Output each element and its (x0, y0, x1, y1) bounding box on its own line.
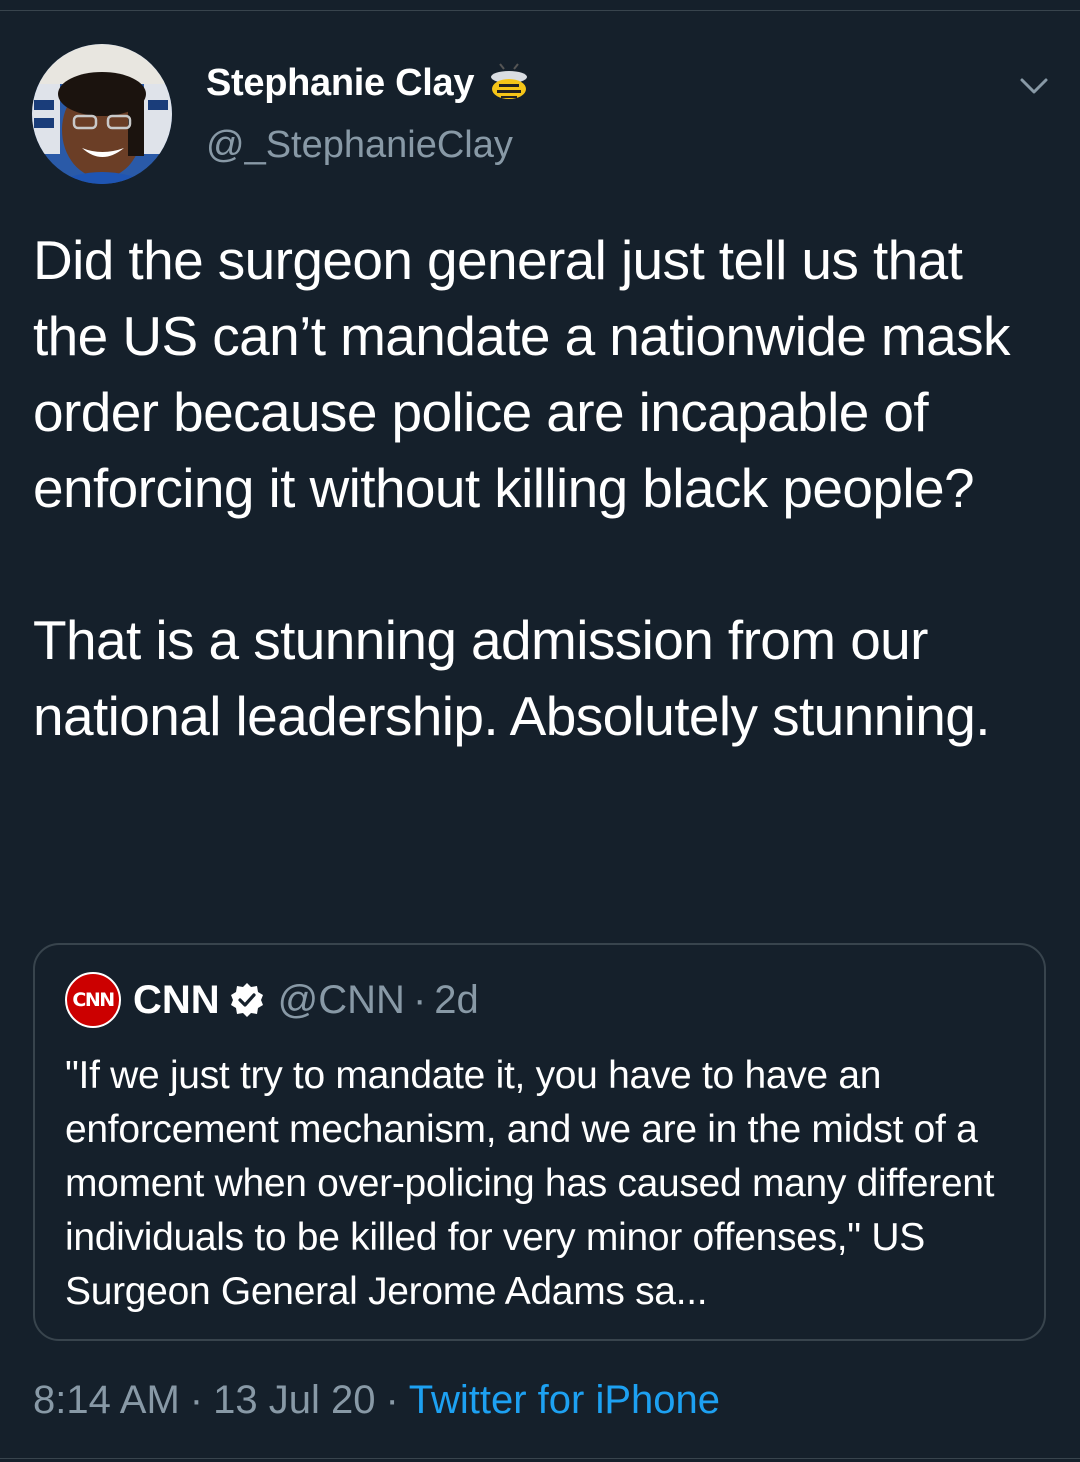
author-display-name[interactable]: Stephanie Clay (206, 62, 475, 105)
tweet-paragraph: That is a stunning admission from our na… (33, 609, 991, 747)
avatar-image (32, 44, 172, 184)
quoted-tweet-card[interactable]: CNN CNN @CNN · 2d "If we just try to man… (33, 943, 1046, 1341)
quoted-tweet-text: "If we just try to mandate it, you have … (65, 1054, 995, 1313)
author-name-row[interactable]: Stephanie Clay (206, 56, 534, 110)
author-handle[interactable]: @_StephanieClay (206, 124, 513, 167)
meta-separator: · (385, 1377, 399, 1422)
cnn-logo-avatar: CNN (65, 972, 121, 1028)
quoted-author-name: CNN (133, 977, 220, 1022)
tweet-time: 8:14 AM (33, 1377, 180, 1422)
tweet-source-link[interactable]: Twitter for iPhone (409, 1378, 720, 1423)
bee-icon (484, 63, 534, 103)
quoted-author-handle: @CNN (277, 977, 405, 1022)
top-divider (0, 10, 1080, 11)
tweet-paragraph: Did the surgeon general just tell us tha… (33, 229, 1011, 519)
tweet-text: Did the surgeon general just tell us tha… (33, 222, 1043, 754)
meta-separator: · (189, 1377, 204, 1422)
tweet-detail-view: Stephanie Clay @_StephanieClay Did the s… (0, 0, 1080, 1462)
verified-badge-icon (228, 981, 266, 1019)
quoted-tweet-header: CNN CNN @CNN · 2d (65, 972, 479, 1028)
quoted-tweet-age: 2d (434, 977, 479, 1022)
quoted-separator: · (412, 977, 427, 1022)
tweet-metadata: 8:14 AM · 13 Jul 20 · Twitter for iPhone (33, 1374, 720, 1426)
tweet-date: 13 Jul 20 (213, 1377, 376, 1422)
bottom-divider (0, 1458, 1080, 1459)
chevron-down-icon[interactable] (1014, 66, 1054, 106)
avatar[interactable] (32, 44, 172, 184)
